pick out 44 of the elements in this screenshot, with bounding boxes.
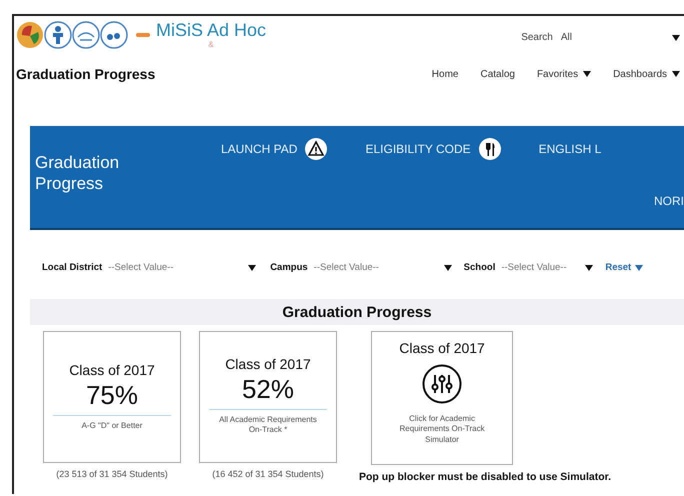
stat-value: 75% xyxy=(53,380,171,416)
app-logo-text: MiSiS Ad Hoc xyxy=(156,21,266,39)
caret-icon xyxy=(444,264,452,270)
page-title: Graduation Progress xyxy=(16,66,156,82)
caret-icon xyxy=(672,34,680,40)
filter-label: School xyxy=(464,262,496,273)
warning-icon xyxy=(305,138,328,160)
stat-caption: All Academic Requirements On-Track * xyxy=(218,415,318,436)
section-title: Graduation Progress xyxy=(282,304,432,320)
caret-icon xyxy=(585,264,594,270)
card-title: Class of 2017 xyxy=(69,362,155,378)
utensils-icon xyxy=(478,138,501,160)
filter-dropdown[interactable]: --Select Value-- xyxy=(108,260,256,275)
reset-button[interactable]: Reset xyxy=(605,260,644,275)
nav-link[interactable]: Favorites xyxy=(536,68,592,80)
search-scope-dropdown[interactable]: All xyxy=(558,30,680,45)
card-title: Class of 2017 xyxy=(225,356,311,372)
simulator-caption: Click for Academic Requirements On-Track Simulator xyxy=(398,414,486,446)
banner-link[interactable]: ELIGIBILITY CODE xyxy=(365,138,501,160)
nav-link[interactable]: Catalog xyxy=(480,68,515,80)
stat-caption: A-G "D" or Better xyxy=(80,421,144,432)
banner-link[interactable]: ENGLISH L xyxy=(538,138,602,160)
stat-card[interactable]: Class of 2017 Click for Academic Requirements On-Track Simulator xyxy=(371,331,514,465)
stat-value: 52% xyxy=(209,374,327,410)
filter-dropdown[interactable]: --Select Value-- xyxy=(314,260,452,275)
filter-dropdown[interactable]: --Select Value-- xyxy=(501,260,594,275)
caret-icon xyxy=(635,264,644,270)
search-label: Search xyxy=(521,32,553,43)
nav-link[interactable]: Home xyxy=(432,68,458,80)
filter-label: Local District xyxy=(42,262,102,273)
nav-link[interactable]: Dashboards xyxy=(613,68,680,80)
dash-icon xyxy=(136,32,150,38)
popup-notice: Pop up blocker must be disabled to use Simulator. xyxy=(359,471,612,483)
banner-link[interactable]: NORI xyxy=(654,194,684,208)
logo-icon xyxy=(16,20,128,50)
sliders-icon xyxy=(422,364,462,404)
tagline-text: & xyxy=(208,41,214,49)
card-title: Class of 2017 xyxy=(399,340,485,356)
caret-icon xyxy=(248,264,256,270)
student-count: (16 452 of 31 354 Students) xyxy=(212,469,324,479)
banner-title: Graduation Progress xyxy=(34,152,120,196)
student-count: (23 513 of 31 354 Students) xyxy=(56,469,168,479)
banner-link[interactable]: LAUNCH PAD xyxy=(221,138,328,160)
filter-label: Campus xyxy=(270,262,308,273)
